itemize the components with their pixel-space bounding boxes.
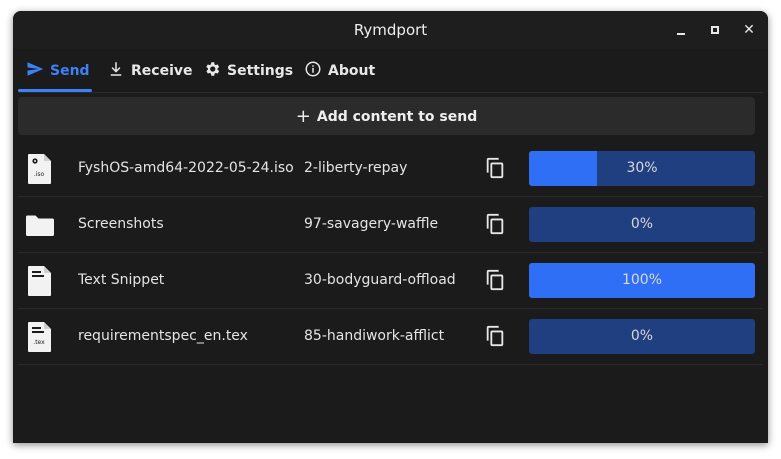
item-name: Text Snippet <box>78 272 165 288</box>
list-item: Text Snippet 30-bodyguard-offload 100% <box>18 253 763 309</box>
progress-label: 100% <box>621 272 663 288</box>
item-name: requirementspec_en.tex <box>78 328 248 344</box>
tab-receive-label: Receive <box>131 63 193 79</box>
tab-divider <box>18 92 763 93</box>
progress-bar: 0% <box>529 207 755 242</box>
list-item: .tex requirementspec_en.tex 85-handiwork… <box>18 309 763 365</box>
item-code: 2-liberty-repay <box>304 160 408 176</box>
list-item: Screenshots 97-savagery-waffle 0% <box>18 197 763 253</box>
tab-receive[interactable]: Receive <box>107 49 193 93</box>
progress-bar: 100% <box>529 263 755 298</box>
tab-about[interactable]: About <box>304 49 375 93</box>
svg-text:.iso: .iso <box>34 171 45 178</box>
item-code: 30-bodyguard-offload <box>304 272 456 288</box>
maximize-icon <box>711 26 719 34</box>
item-code: 97-savagery-waffle <box>304 216 439 232</box>
close-button[interactable]: ✕ <box>739 20 759 40</box>
minimize-button[interactable] <box>671 20 691 40</box>
file-extension-label: .tex <box>33 339 45 346</box>
window-title: Rymdport <box>353 21 428 39</box>
progress-label: 0% <box>630 328 654 344</box>
maximize-button[interactable] <box>705 20 725 40</box>
item-code: 85-handiwork-afflict <box>304 328 445 344</box>
send-icon <box>27 62 44 76</box>
item-name: FyshOS-amd64-2022-05-24.iso <box>78 160 294 176</box>
tab-settings[interactable]: Settings <box>203 49 293 93</box>
tab-bar: Send Receive Settings About <box>13 49 768 95</box>
file-extension-label: .iso <box>34 171 45 178</box>
tab-settings-label: Settings <box>227 63 294 79</box>
add-content-button[interactable]: + Add content to send <box>18 97 755 135</box>
copy-icon[interactable] <box>484 325 506 347</box>
gear-icon <box>206 62 220 76</box>
minimize-icon <box>677 33 685 35</box>
close-icon: ✕ <box>743 22 755 38</box>
app-window: Rymdport ✕ Send Receive Settings About +… <box>13 11 768 443</box>
plus-icon: + <box>295 106 311 127</box>
download-icon <box>110 62 122 76</box>
tab-about-label: About <box>328 63 376 79</box>
info-icon <box>305 61 321 77</box>
progress-label: 0% <box>630 216 654 232</box>
copy-icon[interactable] <box>484 213 506 235</box>
copy-icon[interactable] <box>484 157 506 179</box>
list-item: .iso FyshOS-amd64-2022-05-24.iso 2-liber… <box>18 141 763 197</box>
tab-send[interactable]: Send <box>26 49 90 93</box>
svg-text:.tex: .tex <box>33 339 45 346</box>
progress-label: 30% <box>626 160 658 176</box>
text-file-icon <box>28 266 51 296</box>
folder-icon <box>26 215 54 236</box>
tab-send-label: Send <box>50 63 90 79</box>
add-content-label: Add content to send <box>316 109 478 125</box>
copy-icon[interactable] <box>484 269 506 291</box>
progress-bar: 0% <box>529 319 755 354</box>
item-name: Screenshots <box>78 216 164 232</box>
progress-bar: 30% <box>529 151 755 186</box>
title-bar: Rymdport ✕ <box>13 11 768 49</box>
